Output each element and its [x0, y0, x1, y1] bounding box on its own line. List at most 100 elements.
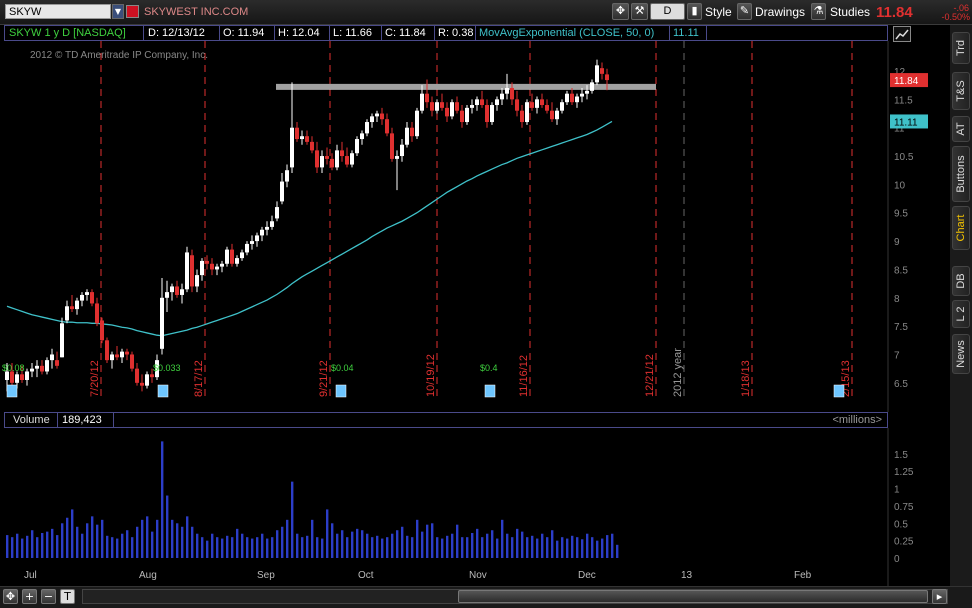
candle-body	[355, 139, 359, 154]
candle-body	[485, 105, 489, 123]
crosshair-tool-icon[interactable]: ✥	[612, 3, 629, 20]
chart-type-icon[interactable]: ▮	[687, 3, 702, 20]
drawings-menu[interactable]: Drawings	[755, 5, 805, 19]
candle-body	[400, 144, 404, 157]
studies-menu[interactable]: Studies	[830, 5, 870, 19]
candle-body	[90, 292, 94, 304]
time-axis-label: Aug	[139, 570, 157, 581]
price-chart[interactable]: 7/20/12 8/17/12 9/21/12 10/19/12 11/16/12 12/…	[0, 41, 950, 412]
candle-body	[175, 286, 179, 295]
volume-bar	[241, 533, 244, 558]
volume-tick-label: 1.5	[894, 450, 908, 461]
candle-body	[180, 289, 184, 295]
last-price-label: 11.84	[894, 76, 919, 87]
symbol-dropdown-button[interactable]: ▼	[112, 4, 124, 19]
candle-body	[260, 229, 264, 236]
zoom-out-icon[interactable]: −	[41, 589, 56, 604]
style-menu[interactable]: Style	[705, 5, 732, 19]
price-tick-label: 6.5	[894, 379, 908, 390]
volume-bar	[411, 537, 414, 558]
volume-bar	[256, 537, 259, 558]
bar-open: O: 11.94	[223, 27, 265, 39]
divider	[329, 26, 330, 40]
candle-body	[55, 360, 59, 366]
tab-trd[interactable]: Trd	[952, 32, 970, 64]
chart-settings-icon[interactable]	[893, 26, 911, 42]
scroll-right-icon[interactable]: ▸	[932, 589, 947, 604]
tab-time-and-sales[interactable]: T&S	[952, 72, 970, 110]
candle-body	[255, 235, 259, 242]
volume-bar	[356, 528, 359, 558]
study-name[interactable]: MovAvgExponential (CLOSE, 50, 0)	[479, 26, 654, 40]
tab-chart[interactable]: Chart	[952, 206, 970, 250]
candle-body	[100, 320, 104, 341]
candle-body	[165, 292, 169, 298]
volume-bar	[281, 526, 284, 558]
tab-db[interactable]: DB	[952, 266, 970, 296]
volume-bar	[576, 537, 579, 558]
tab-news[interactable]: News	[952, 334, 970, 374]
candle-body	[205, 260, 209, 264]
candle-body	[80, 294, 84, 301]
candle-body	[20, 374, 24, 380]
tab-at[interactable]: AT	[952, 116, 970, 142]
volume-bar	[151, 531, 154, 558]
symbol-input[interactable]: SKYW	[5, 4, 111, 19]
zoom-in-icon[interactable]: +	[22, 589, 37, 604]
volume-bar	[306, 535, 309, 558]
flag-icon[interactable]	[126, 5, 139, 18]
candle-body	[275, 207, 279, 219]
dividend-icon	[335, 384, 347, 398]
candle-body	[430, 102, 434, 111]
volume-bar	[216, 537, 219, 558]
drawings-pencil-icon[interactable]: ✎	[737, 3, 752, 20]
tab-label: L 2	[955, 306, 967, 322]
volume-units: <millions>	[832, 414, 882, 426]
candle-body	[440, 102, 444, 108]
volume-bar	[431, 523, 434, 558]
candle-body	[340, 150, 344, 157]
volume-bar	[436, 537, 439, 558]
volume-bar	[361, 530, 364, 558]
volume-bar	[501, 519, 504, 558]
tab-level2[interactable]: L 2	[952, 300, 970, 328]
volume-bar	[126, 530, 129, 558]
event-date-label: 7/20/12	[89, 360, 101, 397]
candle-body	[505, 88, 509, 94]
volume-chart[interactable]: 1.5 1.25 1 0.75 0.5 0.25 0 Jul Aug Sep Oct Nov Dec 1…	[0, 428, 950, 586]
candle-body	[210, 263, 214, 270]
volume-bar	[41, 533, 44, 558]
studies-flask-icon[interactable]: ⚗	[811, 3, 826, 20]
scrollbar-thumb[interactable]	[458, 590, 928, 603]
volume-bar	[391, 533, 394, 558]
volume-bar	[61, 523, 64, 558]
volume-bar	[381, 538, 384, 558]
last-price: 11.84	[876, 4, 913, 21]
candle-body	[375, 113, 379, 117]
volume-bar	[51, 528, 54, 558]
time-axis-label: 13	[681, 570, 693, 581]
aggregation-button[interactable]: D	[650, 3, 685, 20]
volume-bar	[571, 535, 574, 558]
volume-tick-label: 0.25	[894, 537, 914, 548]
price-tick-label: 7	[894, 350, 900, 361]
candle-body	[45, 360, 49, 372]
volume-bar	[581, 539, 584, 558]
volume-bar	[541, 533, 544, 558]
volume-bar	[461, 537, 464, 558]
candle-body	[140, 382, 144, 386]
candle-body	[95, 303, 99, 324]
volume-bar	[456, 524, 459, 558]
pan-icon[interactable]: ✥	[3, 589, 18, 604]
event-date-label: 10/19/12	[425, 354, 437, 397]
candle-body	[475, 99, 479, 106]
wrench-icon[interactable]: ⚒	[631, 3, 648, 20]
volume-bar	[156, 519, 159, 558]
bar-close: C: 11.84	[385, 27, 426, 39]
candle-body	[595, 65, 599, 83]
candle-body	[125, 351, 129, 355]
volume-bar	[401, 526, 404, 558]
tab-buttons[interactable]: Buttons	[952, 146, 970, 202]
volume-bar	[136, 526, 139, 558]
text-tool-icon[interactable]: T	[60, 589, 75, 604]
